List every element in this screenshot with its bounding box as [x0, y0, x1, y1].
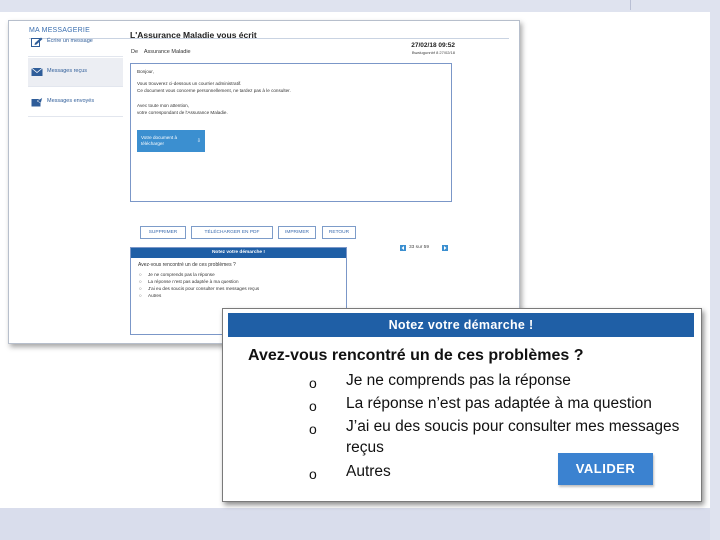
radio-bullet[interactable]: o [309, 398, 317, 414]
message-line: Avec toute mon attention, [137, 103, 190, 108]
sidebar-item-write[interactable]: Écrire un message [28, 28, 123, 57]
sidebar-item-label: Messages reçus [47, 68, 88, 74]
page-indicator: 33 sur 59 [409, 245, 430, 250]
download-icon: ⇩ [196, 138, 201, 144]
sender-name: Assurance Maladie [143, 49, 191, 55]
message-date: 27/02/18 09:52 [411, 42, 455, 49]
radio-bullet[interactable]: o [309, 466, 317, 482]
message-line: Vous trouverez ci-dessous un courrier ad… [137, 81, 242, 86]
envelope-icon [31, 67, 43, 76]
survey-question: Avez-vous rencontré un de ces problèmes … [248, 347, 584, 364]
next-icon[interactable] [442, 245, 448, 251]
survey-preview-header: Notez votre démarche ! [131, 248, 346, 258]
download-document-button[interactable]: Votre document à télécharger ⇩ [137, 130, 205, 152]
message-body: Bonjour, Vous trouverez ci-dessous un co… [130, 63, 452, 202]
pagination: 33 sur 59 [395, 244, 455, 254]
survey-option[interactable]: J’ai eu des soucis pour consulter mes me… [346, 416, 681, 458]
sidebar-item-inbox[interactable]: Messages reçus [28, 58, 123, 87]
back-button[interactable]: RETOUR [322, 226, 356, 239]
radio-bullet[interactable]: o [309, 421, 317, 437]
delete-button[interactable]: SUPPRIMER [140, 226, 186, 239]
download-pdf-button[interactable]: TÉLÉCHARGER EN PDF [191, 226, 273, 239]
message-line: votre correspondant de l'Assurance Malad… [137, 110, 228, 115]
download-label: Votre document à télécharger [141, 135, 178, 146]
pencil-icon [31, 37, 43, 47]
sidebar-item-label: Messages envoyés [47, 98, 95, 104]
survey-preview-question: Avez-vous rencontré un de ces problèmes … [138, 262, 236, 268]
sidebar: Écrire un message Messages reçus Message… [28, 28, 123, 118]
survey-header-title: Notez votre démarche ! [388, 318, 534, 332]
sidebar-item-label: Écrire un message [47, 38, 93, 44]
background-right-band [710, 0, 720, 540]
message-sender: De Assurance Maladie [131, 49, 191, 55]
previous-icon[interactable] [400, 245, 406, 251]
radio-bullet[interactable]: o [309, 375, 317, 391]
message-line: Ce document vous concerne personnellemen… [137, 88, 291, 93]
message-meta: Bwalugunnbf 8 27/02/18 [411, 50, 455, 55]
sent-icon [31, 97, 43, 107]
sidebar-item-sent[interactable]: Messages envoyés [28, 88, 123, 117]
submit-button[interactable]: VALIDER [558, 453, 653, 485]
survey-preview-option[interactable]: J'ai eu des soucis pour consulter mes me… [139, 286, 259, 291]
survey-header: Notez votre démarche ! [228, 313, 694, 337]
message-line: Bonjour, [137, 69, 154, 74]
print-button[interactable]: IMPRIMER [278, 226, 316, 239]
survey-preview-option[interactable]: La réponse n'est pas adaptée à ma questi… [139, 279, 238, 284]
survey-preview-option[interactable]: Autres [139, 293, 161, 298]
sender-label: De [131, 49, 139, 55]
survey-zoom-panel: Notez votre démarche ! Avez-vous rencont… [222, 308, 702, 502]
survey-option[interactable]: La réponse n’est pas adaptée à ma questi… [346, 393, 681, 414]
background-top-band [0, 0, 720, 12]
survey-preview-option[interactable]: Je ne comprends pas la réponse [139, 272, 215, 277]
divider [630, 0, 631, 10]
background-bottom-band [0, 508, 720, 540]
survey-option[interactable]: Je ne comprends pas la réponse [346, 370, 681, 391]
message-title: L'Assurance Maladie vous écrit [130, 30, 257, 40]
